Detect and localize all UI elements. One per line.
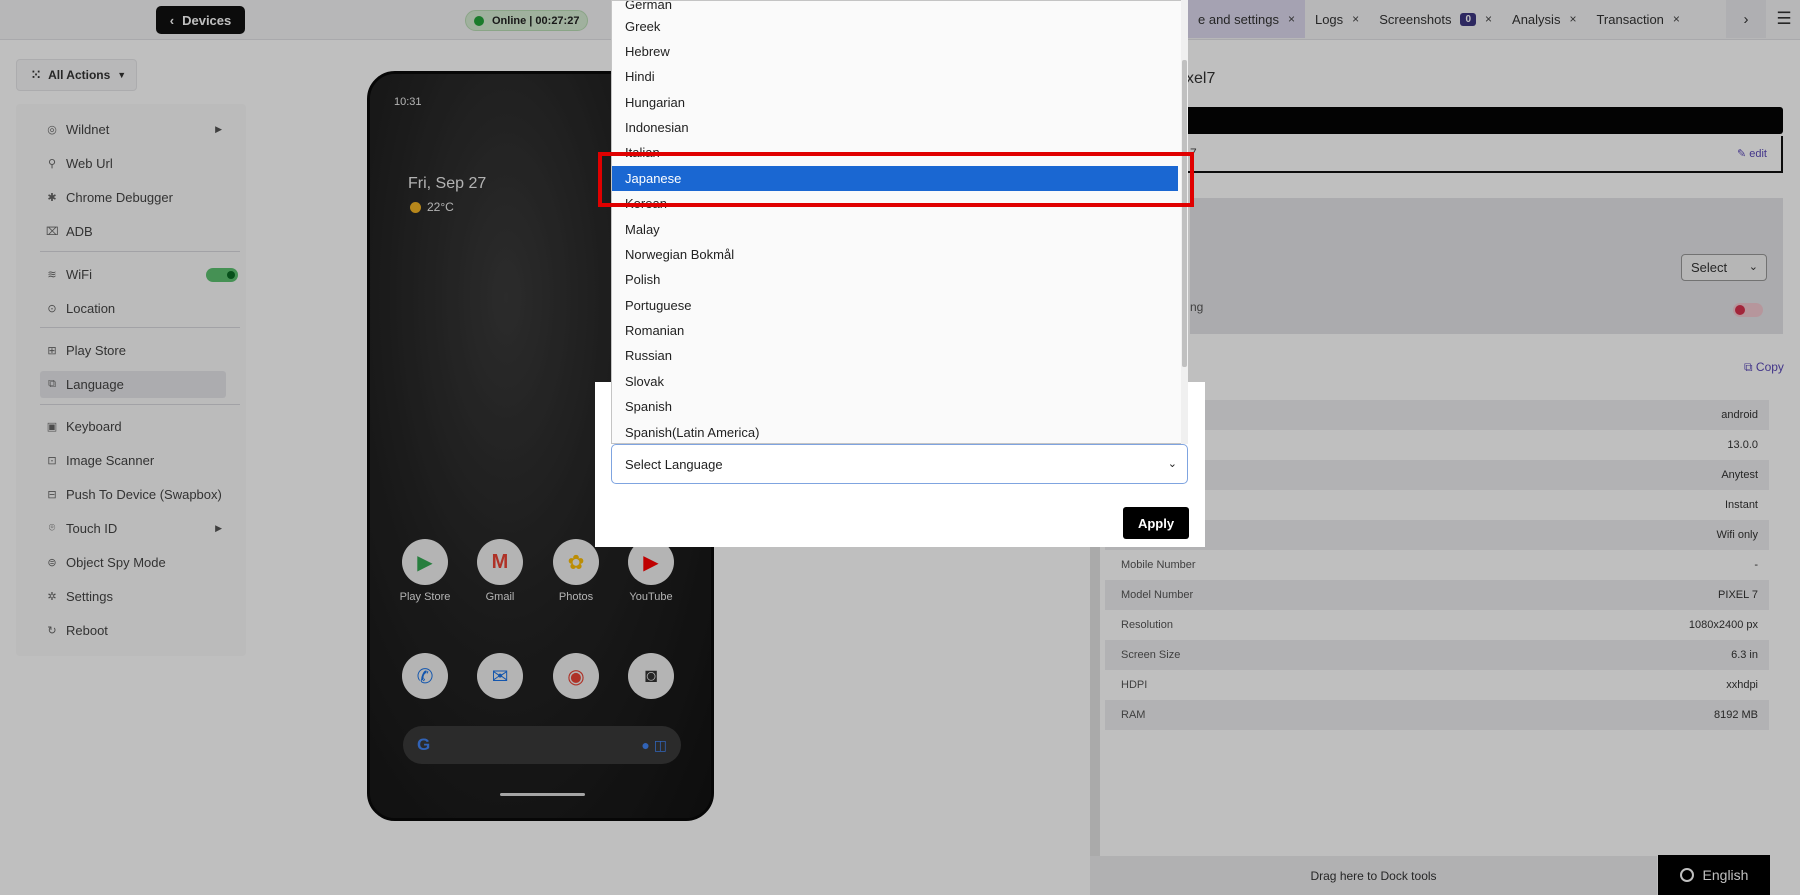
- language-select[interactable]: Select Language ⌄: [611, 444, 1188, 484]
- language-option[interactable]: Spanish: [612, 394, 1178, 419]
- language-option[interactable]: Russian: [612, 343, 1178, 368]
- language-option[interactable]: Slovak: [612, 369, 1178, 394]
- chevron-down-icon: ⌄: [1167, 458, 1177, 470]
- language-options-list: German Greek Hebrew Hindi Hungarian Indo…: [611, 0, 1188, 444]
- language-option[interactable]: Hebrew: [612, 39, 1178, 64]
- language-option[interactable]: Greek: [612, 14, 1178, 39]
- language-option[interactable]: Spanish(Latin America): [612, 420, 1178, 443]
- language-option[interactable]: Malay: [612, 217, 1178, 242]
- language-option[interactable]: Norwegian Bokmål: [612, 242, 1178, 267]
- language-option[interactable]: Hungarian: [612, 90, 1178, 115]
- selection-highlight-box: [598, 152, 1194, 207]
- language-option[interactable]: Indonesian: [612, 115, 1178, 140]
- apply-button[interactable]: Apply: [1123, 507, 1189, 539]
- language-option[interactable]: Hindi: [612, 64, 1178, 89]
- dropdown-scroll-thumb[interactable]: [1182, 60, 1187, 367]
- language-option[interactable]: Romanian: [612, 318, 1178, 343]
- language-option[interactable]: Portuguese: [612, 293, 1178, 318]
- language-select-value: Select Language: [625, 456, 723, 472]
- language-option[interactable]: Polish: [612, 267, 1178, 292]
